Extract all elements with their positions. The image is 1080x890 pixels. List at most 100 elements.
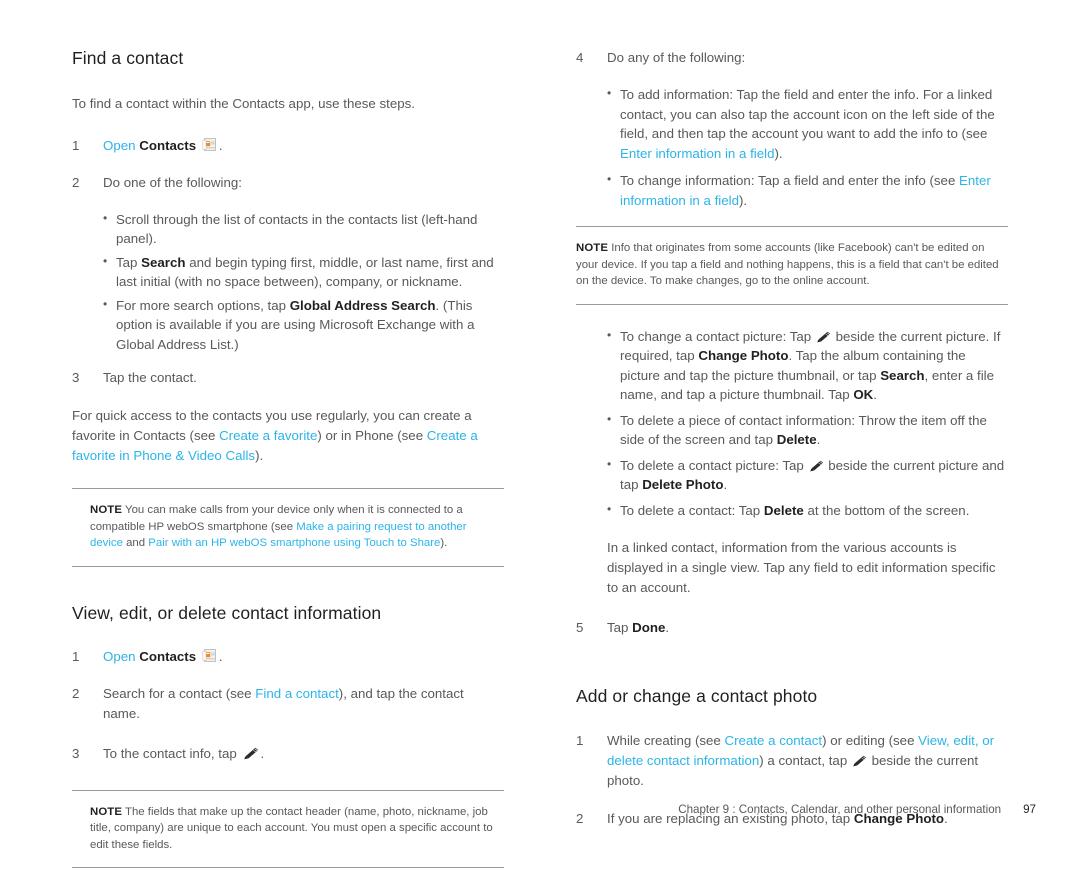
pencil-edit-icon [852,755,867,767]
step-text-pre: Tap [607,620,633,635]
bullet-text-post: ). [739,192,748,208]
note-label: NOTE [90,504,123,517]
favorite-paragraph: For quick access to the contacts you use… [72,406,504,466]
note-box-calls: NOTE You can make calls from your device… [72,488,504,567]
footer-chapter-text: Chapter 9 : Contacts, Calendar, and othe… [678,803,1002,816]
step-text: Do one of the following: [103,174,242,190]
step-item: 3 To the contact info, tap . [72,744,504,764]
search-button-label: Search [880,367,925,383]
contacts-app-icon [202,648,217,663]
step-number: 5 [576,620,584,635]
find-contact-steps-cont: 3 Tap the contact. [72,368,504,388]
step-text: Do any of the following: [607,50,746,65]
bullet-text-post: . [816,432,821,447]
contacts-label: Contacts [139,648,197,664]
delete-photo-label: Delete Photo [642,477,724,492]
edit-contact-bullets: To add information: Tap the field and en… [607,84,1008,210]
edit-contact-steps: 4 Do any of the following: [576,48,1008,68]
favorite-text-2: ) or in Phone (see [317,428,427,444]
step-number: 2 [72,685,80,701]
left-column: Find a contact To find a contact within … [72,48,504,890]
list-item: To change information: Tap a field and e… [607,170,1008,210]
bullet-text-pre: For more search options, tap [116,297,290,313]
step-item: 4 Do any of the following: [576,48,1008,68]
step-number: 3 [72,370,80,386]
list-item: To delete a piece of contact information… [607,410,1008,450]
step-number: 1 [72,648,80,664]
contacts-app-icon [202,137,217,152]
step-text-pre: Search for a contact (see [103,685,256,701]
pencil-edit-icon [243,747,259,760]
ok-button-label: OK [853,387,874,402]
favorite-text-3: ). [255,448,264,464]
list-item: Scroll through the list of contacts in t… [103,209,504,249]
section-title-add-change-photo: Add or change a contact photo [576,686,818,706]
find-a-contact-link[interactable]: Find a contact [255,686,339,701]
step-number: 1 [576,732,584,748]
note-box-facebook-info: NOTE Info that originates from some acco… [576,226,1008,305]
list-item: To change a contact picture: Tap beside … [607,326,1008,405]
picture-action-bullets: To change a contact picture: Tap beside … [607,326,1008,521]
bullet-text-pre: Tap [116,254,142,270]
step-number: 4 [576,50,584,65]
list-item: To add information: Tap the field and en… [607,84,1008,163]
step-text-pre: To the contact info, tap [103,745,241,761]
step-item: 1 While creating (see Create a contact ) … [576,731,1008,791]
step-number: 2 [72,174,80,190]
search-button-label: Search [141,254,186,270]
list-item: To delete a contact: Tap Delete at the b… [607,500,1008,521]
bullet-text: Scroll through the list of contacts in t… [116,211,478,247]
create-a-favorite-link[interactable]: Create a favorite [219,428,317,443]
find-contact-steps: 1 Open Contacts . 2 Do one of the follow… [72,136,504,193]
edit-contact-steps-cont: 5 Tap Done. [576,618,1008,638]
step-item: 1 Open Contacts . [72,647,504,667]
note-text-3: ). [440,537,448,550]
step-text-pre: While creating (see [607,732,725,748]
step-trailing-punct: . [218,648,223,664]
pencil-edit-icon [809,460,824,472]
step-text: Tap the contact. [103,370,197,386]
bullet-text-pre: To change a contact picture: Tap [620,328,815,344]
step-item: 2 Do one of the following: [72,173,504,193]
enter-information-in-a-field-link[interactable]: Enter information in a field [620,146,774,161]
list-item: To delete a contact picture: Tap beside … [607,455,1008,495]
note-box-contact-header: NOTE The fields that make up the contact… [72,789,504,869]
note-label: NOTE [576,242,609,254]
bullet-text-post: ). [774,145,783,161]
bullet-text-pre: To delete a contact picture: Tap [620,457,808,473]
change-photo-label: Change Photo [698,348,789,363]
bullet-text-pre: To change information: Tap a field and e… [620,173,960,188]
bullet-text-pre: To delete a contact: Tap [620,502,764,518]
list-item: For more search options, tap Global Addr… [103,295,504,355]
page-footer: Chapter 9 : Contacts, Calendar, and othe… [0,803,1080,816]
open-link[interactable]: Open [103,649,136,664]
create-a-contact-link[interactable]: Create a contact [725,733,823,748]
open-link[interactable]: Open [103,138,136,153]
step-item: 5 Tap Done. [576,618,1008,638]
linked-contact-paragraph: In a linked contact, information from th… [607,540,996,595]
section-title-view-edit-delete: View, edit, or delete contact informatio… [72,602,382,623]
bullet-text-post: at the bottom of the screen. [803,502,970,518]
bullet-text-post: . [873,387,877,402]
note-content: NOTE Info that originates from some acco… [576,240,1008,290]
note-text-2: and [122,537,149,550]
step-trailing-punct: . [218,137,223,153]
step-item: 1 Open Contacts . [72,136,504,156]
page-number: 97 [1023,803,1036,816]
view-edit-delete-steps: 1 Open Contacts . 2 Search for a contact… [72,647,504,764]
intro-paragraph: To find a contact within the Contacts ap… [72,95,415,111]
pencil-edit-icon [816,331,831,343]
step-text-mid2: ) a contact, tap [759,752,851,768]
contacts-label: Contacts [139,137,197,153]
step-item: 2 Search for a contact (see Find a conta… [72,684,504,724]
page-title-find-a-contact: Find a contact [72,48,184,68]
note-text: Info that originates from some accounts … [576,242,999,287]
bullet-text-post: . [723,477,728,492]
delete-button-label: Delete [776,432,817,447]
step-text-post: . [665,620,670,635]
bullet-text-pre: To add information: Tap the field and en… [620,87,995,141]
delete-button-label: Delete [763,502,804,518]
pair-touch-to-share-link[interactable]: Pair with an HP webOS smartphone using T… [148,537,440,549]
done-button-label: Done [632,620,666,635]
note-content: NOTE You can make calls from your device… [72,502,504,552]
